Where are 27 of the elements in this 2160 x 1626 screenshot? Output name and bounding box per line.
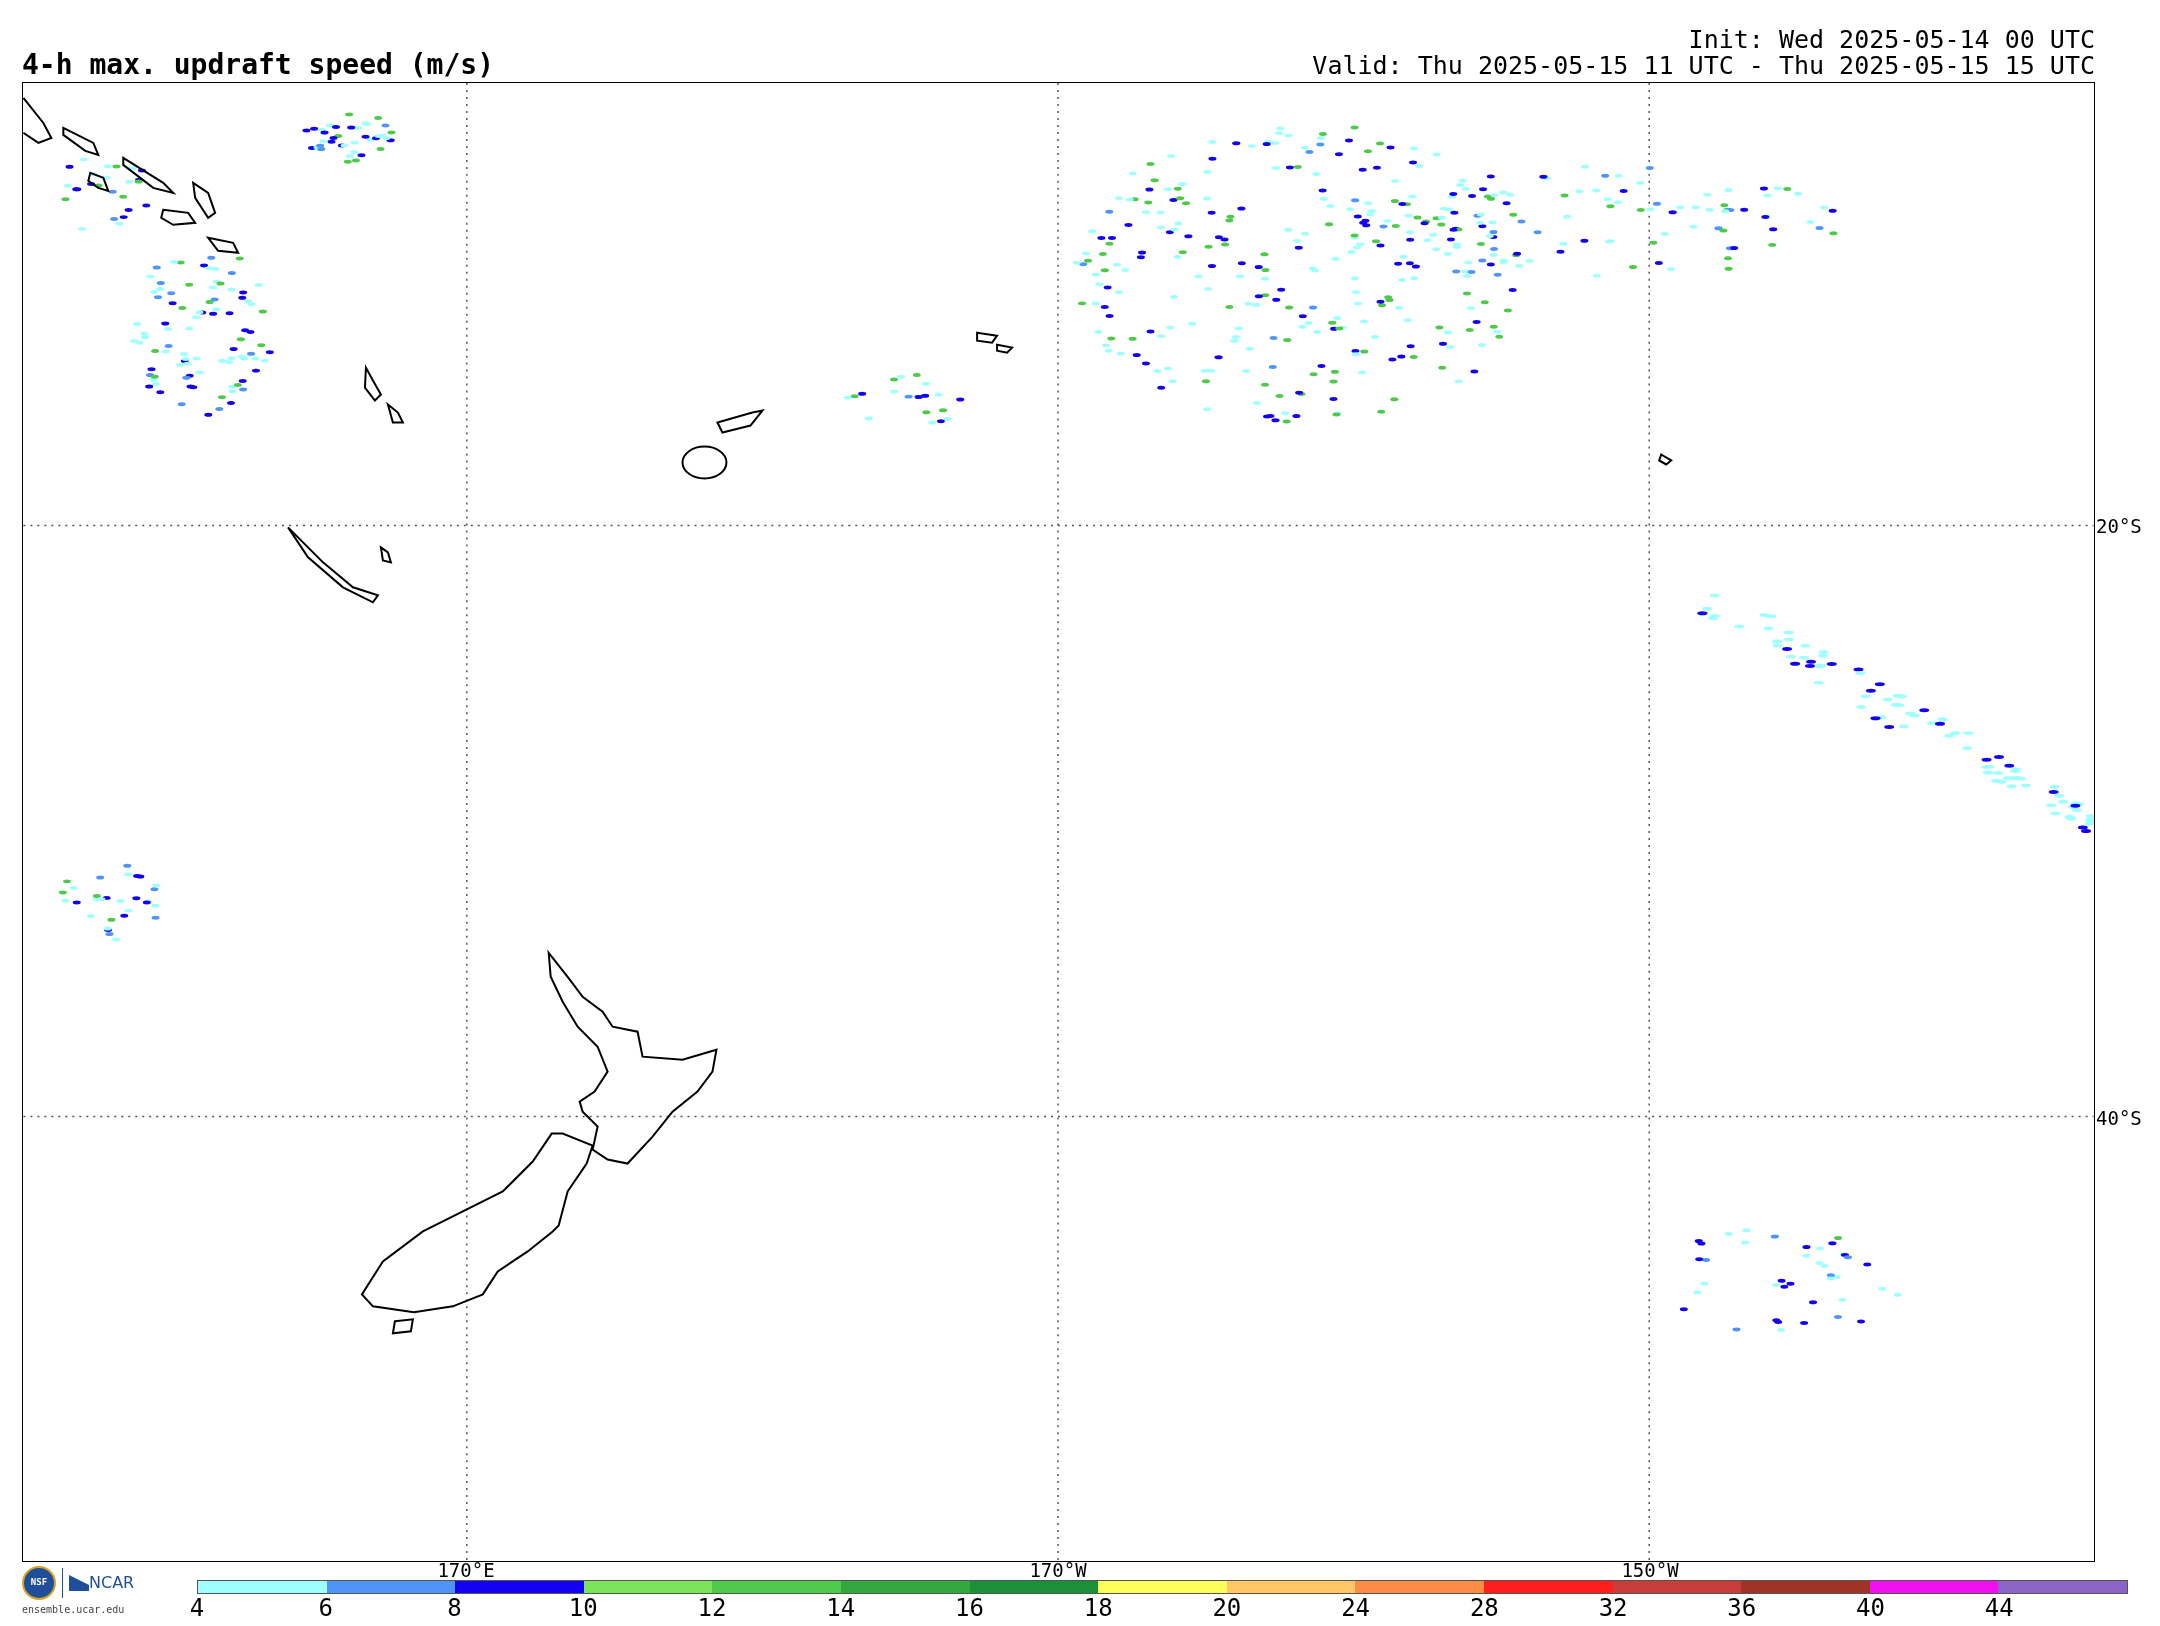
colorbar-tick-label: 28 — [1469, 1594, 1499, 1622]
colorbar-tick-label: 24 — [1341, 1594, 1371, 1622]
colorbar-tick-label: 32 — [1598, 1594, 1628, 1622]
colorbar-tick-label: 20 — [1212, 1594, 1242, 1622]
valid-time: Valid: Thu 2025-05-15 11 UTC - Thu 2025-05-15 15 UTC — [1312, 53, 2095, 79]
longitude-label: 150°W — [1621, 1561, 1679, 1580]
latitude-label: 40°S — [2095, 1108, 2142, 1128]
longitude-label: 170°E — [437, 1561, 495, 1580]
colorbar-tick-label: 8 — [447, 1594, 462, 1622]
colorbar-tick-label: 18 — [1083, 1594, 1113, 1622]
ncar-logo-text: NCAR — [89, 1572, 135, 1594]
init-time: Init: Wed 2025-05-14 00 UTC — [1688, 27, 2095, 53]
chart-title: 4-h max. updraft speed (m/s) — [22, 51, 494, 79]
colorbar-tick-label: 40 — [1856, 1594, 1885, 1622]
latitude-label: 20°S — [2095, 516, 2142, 536]
colorbar-tick-label: 4 — [189, 1594, 205, 1622]
colorbar-tick-label: 44 — [1984, 1594, 2014, 1622]
colorbar-tick-label: 14 — [826, 1594, 856, 1622]
ncar-mark-icon — [69, 1575, 89, 1591]
website-url: ensemble.ucar.edu — [22, 1603, 126, 1617]
colorbar-tick-label: 10 — [568, 1594, 598, 1622]
colorbar-tick-label: 16 — [954, 1594, 984, 1622]
longitude-label: 170°W — [1029, 1561, 1087, 1580]
colorbar-tick-label: 6 — [318, 1594, 333, 1622]
nsf-logo: NSF — [22, 1566, 56, 1600]
colorbar-tick-label: 36 — [1727, 1594, 1757, 1622]
colorbar-tick-label: 12 — [697, 1594, 727, 1622]
